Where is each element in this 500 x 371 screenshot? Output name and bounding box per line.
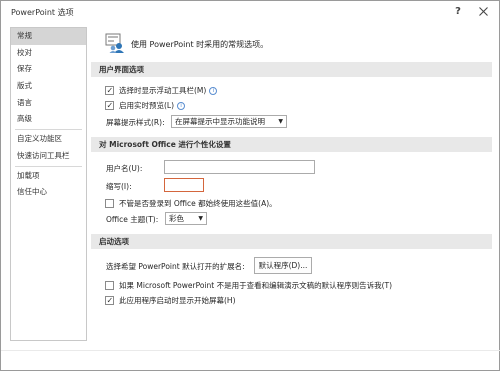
window-title: PowerPoint 选项 [11,8,74,17]
nav-item-proofing[interactable]: 校对 [11,45,86,62]
nav-item-trust-center[interactable]: 信任中心 [11,184,86,201]
ui-options-header: 用户界面选项 [91,62,492,77]
live-preview-checkbox[interactable] [105,99,114,112]
office-theme-label: Office 主题(T): [106,215,159,224]
nav-item-quick-access-toolbar[interactable]: 快速访问工具栏 [11,148,86,165]
default-programs-button[interactable]: 默认程序(D)... [254,257,312,274]
nav-divider [15,165,82,167]
always-use-row: 不管是否登录到 Office 都始终使用这些值(A)。 [105,197,405,210]
category-nav: 常规 校对 保存 版式 语言 高级 自定义功能区 快速访问工具栏 加载项 信任中… [10,27,87,341]
screentip-style-select[interactable]: 在屏幕提示中显示功能说明 ▼ [171,115,287,128]
live-preview-row: 启用实时预览(L)i [105,99,405,112]
show-start-label[interactable]: 此应用程序启动时显示开始屏幕(H) [119,294,236,307]
always-use-label[interactable]: 不管是否登录到 Office 都始终使用这些值(A)。 [119,197,277,210]
always-use-checkbox[interactable] [105,199,114,208]
help-button[interactable]: ? [449,3,467,21]
close-icon [478,7,488,16]
office-theme-select[interactable]: 彩色 ▼ [165,212,207,225]
nav-item-save[interactable]: 保存 [11,61,86,78]
personalize-header: 对 Microsoft Office 进行个性化设置 [91,137,492,152]
initials-input[interactable] [164,178,204,192]
dropdown-arrow-icon: ▼ [278,118,283,125]
tell-me-row: 如果 Microsoft PowerPoint 不是用于查看和编辑演示文稿的默认… [105,279,405,292]
nav-divider [15,129,82,131]
nav-item-general[interactable]: 常规 [11,28,86,45]
show-start-checkbox[interactable] [105,294,114,307]
screentip-label: 屏幕提示样式(R): [106,118,165,127]
mini-toolbar-checkbox[interactable] [105,84,114,97]
footer-divider [1,350,500,351]
intro-text: 使用 PowerPoint 时采用的常规选项。 [131,40,269,49]
general-options-panel: 使用 PowerPoint 时采用的常规选项。 用户界面选项 选择时显示浮动工具… [91,27,492,341]
show-start-row: 此应用程序启动时显示开始屏幕(H) [105,294,405,307]
default-ext-label: 选择希望 PowerPoint 默认打开的扩展名: [106,262,245,271]
close-button[interactable] [473,3,493,21]
office-theme-value: 彩色 [169,214,184,223]
info-icon: i [177,102,186,110]
nav-item-language[interactable]: 语言 [11,95,86,112]
mini-toolbar-row: 选择时显示浮动工具栏(M)i [105,84,405,97]
mini-toolbar-label[interactable]: 选择时显示浮动工具栏(M) [119,86,206,95]
dropdown-arrow-icon: ▼ [198,215,203,222]
nav-item-layout[interactable]: 版式 [11,78,86,95]
live-preview-label[interactable]: 启用实时预览(L) [119,101,174,110]
nav-item-advanced[interactable]: 高级 [11,111,86,128]
nav-item-add-ins[interactable]: 加载项 [11,168,86,185]
title-bar: PowerPoint 选项 ? [1,1,500,23]
nav-item-customize-ribbon[interactable]: 自定义功能区 [11,131,86,148]
username-input[interactable] [164,160,315,174]
screentip-style-value: 在屏幕提示中显示功能说明 [175,117,265,126]
tell-me-label[interactable]: 如果 Microsoft PowerPoint 不是用于查看和编辑演示文稿的默认… [119,279,392,292]
options-dialog: PowerPoint 选项 ? 常规 校对 保存 版式 语言 高级 自定义功能区… [0,0,500,371]
tell-me-checkbox[interactable] [105,281,114,290]
general-options-icon [105,33,124,53]
startup-header: 启动选项 [91,234,492,249]
initials-label: 缩写(I): [106,182,132,191]
username-label: 用户名(U): [106,164,143,173]
info-icon: i [209,87,218,95]
